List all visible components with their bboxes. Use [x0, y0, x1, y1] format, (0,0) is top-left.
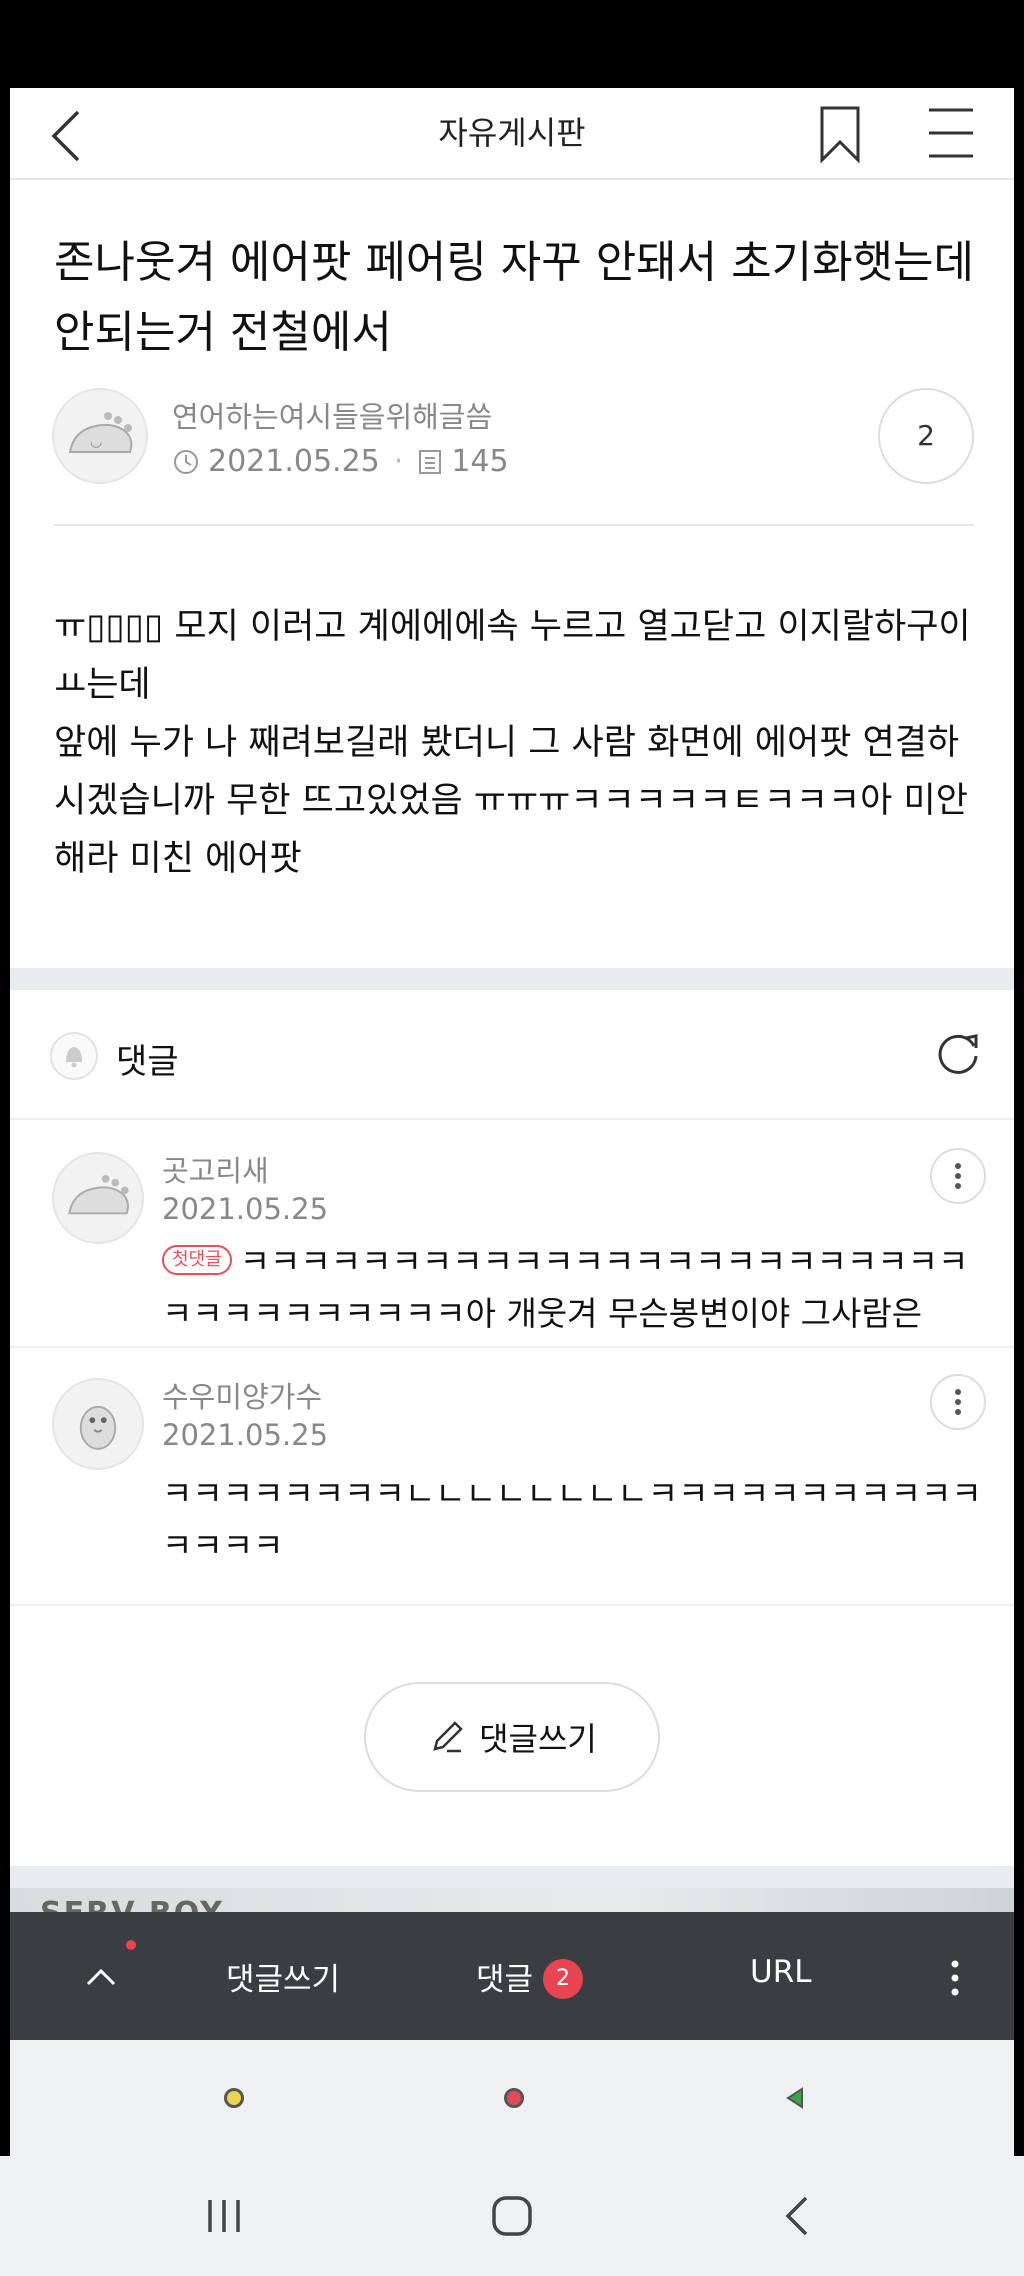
action-comments-label: 댓글	[476, 1962, 534, 1998]
status-bar	[0, 0, 1024, 88]
bottom-action-bar: 댓글쓰기 댓글 2 URL	[10, 1912, 1014, 2040]
action-write-comment[interactable]: 댓글쓰기	[226, 1954, 340, 1999]
chevron-up-icon	[86, 1968, 116, 1986]
comments-header: 댓글	[10, 990, 1014, 1120]
green-triangle-icon[interactable]	[784, 2086, 808, 2110]
comment-more-button[interactable]	[930, 1374, 986, 1430]
section-divider	[10, 1866, 1014, 1888]
comment-date: 2021.05.25	[162, 1192, 329, 1226]
recent-apps-button[interactable]	[184, 2176, 264, 2256]
author-name[interactable]: 연어하는여시들을위해글씀	[172, 394, 492, 436]
comment-author[interactable]: 수우미양가수	[162, 1374, 322, 1416]
write-comment-label: 댓글쓰기	[479, 1720, 597, 1758]
action-comments[interactable]: 댓글 2	[476, 1954, 584, 2002]
post-date: 2021.05.25	[208, 444, 380, 479]
clock-icon	[174, 449, 198, 474]
comment-text: ㅋㅋㅋㅋㅋㅋㅋㅋㅋㅋㅋㅋㅋㅋㅋㅋㅋㅋㅋㅋㅋㅋㅋㅋㅋㅋㅋㅋㅋㅋㅋㅋㅋㅋ아 개웃겨 …	[162, 1242, 969, 1333]
red-dot-icon[interactable]	[504, 2088, 524, 2108]
yellow-dot-icon[interactable]	[224, 2088, 244, 2108]
hamburger-menu-icon	[929, 108, 973, 158]
more-vertical-icon	[951, 1960, 959, 1996]
refresh-button[interactable]	[930, 1024, 986, 1080]
action-more-button[interactable]	[935, 1950, 975, 2006]
bookmark-button[interactable]	[810, 98, 870, 168]
bell-icon	[50, 1032, 98, 1080]
divider	[54, 524, 974, 526]
commenter-avatar[interactable]	[52, 1378, 144, 1470]
app-screen: 자유게시판 존나웃겨 에어팟 페어링 자꾸 안돼서 초기화햇는데 안되는거 전철…	[10, 88, 1014, 2156]
scroll-top-button[interactable]	[76, 1952, 126, 2002]
author-avatar[interactable]: ◡	[52, 388, 148, 484]
comment-text: ㅋㅋㅋㅋㅋㅋㅋㅋㄴㄴㄴㄴㄴㄴㄴㄴㅋㅋㅋㅋㅋㅋㅋㅋㅋㅋㅋㅋㅋㅋㅋ	[162, 1474, 982, 1565]
comment-count-button[interactable]: 2	[878, 388, 974, 484]
view-count: 145	[451, 444, 509, 479]
menu-button[interactable]	[915, 98, 985, 168]
comment-item: 곳고리새 2021.05.25 첫댓글 ㅋㅋㅋㅋㅋㅋㅋㅋㅋㅋㅋㅋㅋㅋㅋㅋㅋㅋㅋㅋㅋ…	[10, 1122, 1014, 1348]
system-back-button[interactable]	[758, 2176, 838, 2256]
first-comment-badge: 첫댓글	[162, 1244, 232, 1275]
notification-dot	[126, 1940, 136, 1950]
document-icon	[419, 449, 442, 474]
dinosaur-icon	[68, 1175, 129, 1215]
dinosaur-icon: ◡	[68, 412, 133, 453]
comment-more-button[interactable]	[930, 1148, 986, 1204]
comments-badge: 2	[543, 1958, 584, 1999]
android-nav-bar	[0, 2156, 1024, 2276]
commenter-avatar[interactable]	[52, 1152, 144, 1244]
more-vertical-icon	[955, 1163, 961, 1189]
more-vertical-icon	[955, 1389, 961, 1415]
post-meta: 2021.05.25 · 145	[172, 444, 509, 479]
post-body: ㅠ▯▯▯▯ 모지 이러고 계에에에속 누르고 열고닫고 이지랄하구이ㅛ는데 앞에…	[54, 607, 971, 879]
svg-text:◡: ◡	[90, 434, 102, 450]
comment-date: 2021.05.25	[162, 1418, 329, 1452]
comment-author[interactable]: 곳고리새	[162, 1148, 269, 1190]
pencil-icon	[433, 1721, 463, 1753]
comments-label: 댓글	[116, 1042, 179, 1082]
chevron-left-icon	[785, 2196, 808, 2236]
recent-apps-icon	[208, 2200, 240, 2232]
browser-toolbar	[10, 2040, 1014, 2156]
write-comment-button[interactable]: 댓글쓰기	[364, 1682, 660, 1792]
home-icon	[492, 2196, 532, 2236]
penguin-icon	[79, 1405, 117, 1450]
meta-separator: ·	[393, 444, 404, 479]
refresh-icon	[938, 1034, 978, 1074]
app-header: 자유게시판	[10, 88, 1014, 180]
post-title: 존나웃겨 에어팟 페어링 자꾸 안돼서 초기화햇는데 안되는거 전철에서	[54, 237, 975, 358]
action-url[interactable]: URL	[750, 1954, 812, 1990]
comment-item: 수우미양가수 2021.05.25 ㅋㅋㅋㅋㅋㅋㅋㅋㄴㄴㄴㄴㄴㄴㄴㄴㅋㅋㅋㅋㅋㅋ…	[10, 1348, 1014, 1606]
home-button[interactable]	[472, 2176, 552, 2256]
bookmark-icon	[820, 106, 860, 164]
section-divider	[10, 968, 1014, 990]
comment-text-wrap: 첫댓글 ㅋㅋㅋㅋㅋㅋㅋㅋㅋㅋㅋㅋㅋㅋㅋㅋㅋㅋㅋㅋㅋㅋㅋㅋㅋㅋㅋㅋㅋㅋㅋㅋㅋㅋ아 개…	[162, 1236, 982, 1340]
